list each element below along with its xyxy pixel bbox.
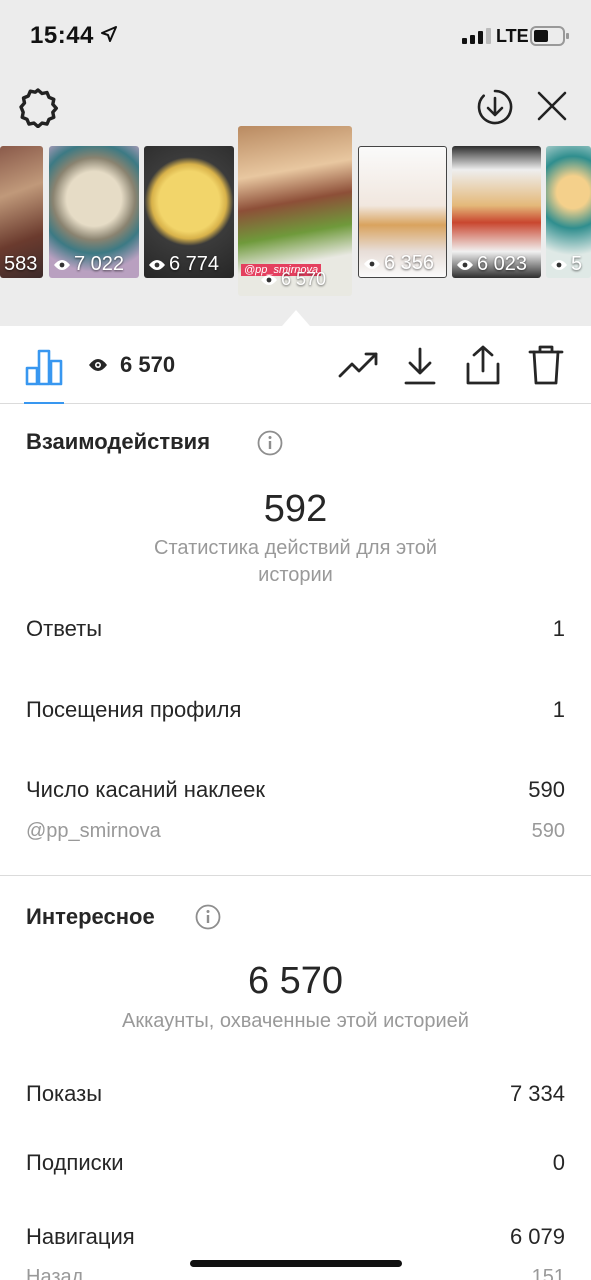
story-thumbnail-selected[interactable]: @pp_smirnova 6 570 — [238, 126, 352, 296]
reach-total: 6 570 — [247, 960, 344, 1002]
insights-tab[interactable] — [24, 346, 64, 391]
sticker-taps-value: 590 — [528, 777, 565, 802]
navigation-value: 6 079 — [509, 1224, 565, 1249]
close-icon — [536, 91, 568, 126]
story-toolbar: 6 570 — [0, 326, 591, 404]
battery-icon — [530, 26, 570, 51]
follows-label: Подписки — [26, 1150, 124, 1175]
trash-icon — [528, 345, 564, 390]
story-carousel-area: 15:44 LTE 583 7 022 6 774 @pp_smirnova 6… — [0, 0, 591, 326]
trending-up-icon — [338, 352, 380, 384]
story-views: 6 570 — [281, 269, 327, 289]
sticker-taps-label: Число касаний наклеек — [26, 777, 265, 802]
reach-subtitle: Аккаунты, охваченные этой историей — [122, 1010, 469, 1032]
selected-pointer — [282, 310, 310, 326]
replies-value: 1 — [552, 616, 565, 641]
viewers-tab[interactable]: 6 570 — [88, 352, 175, 378]
eye-icon — [457, 259, 473, 270]
story-thumbnail[interactable]: 5 — [546, 146, 591, 278]
impressions-label: Показы — [26, 1081, 103, 1106]
eye-icon — [89, 359, 107, 371]
active-tab-indicator — [24, 402, 64, 404]
download-icon — [402, 347, 438, 390]
story-thumbnail-strip[interactable]: 583 7 022 6 774 @pp_smirnova 6 570 6 356… — [0, 126, 591, 301]
impressions-value: 7 334 — [509, 1081, 565, 1106]
views-count: 6 570 — [120, 352, 176, 377]
download-button[interactable] — [402, 346, 438, 391]
eye-icon — [551, 259, 567, 270]
story-thumbnail[interactable]: 6 774 — [144, 146, 234, 278]
eye-icon — [364, 258, 380, 269]
interactions-total: 592 — [263, 488, 328, 530]
network-label: LTE — [496, 26, 529, 46]
eye-icon — [261, 274, 277, 285]
status-bar: 15:44 LTE — [0, 0, 591, 70]
delete-button[interactable] — [528, 344, 564, 391]
eye-icon — [54, 259, 70, 270]
story-views: 7 022 — [74, 253, 125, 275]
bar-chart-icon — [24, 349, 64, 390]
interactions-subtitle: Статистика действий для этой истории — [154, 537, 437, 586]
home-indicator[interactable] — [190, 1260, 402, 1267]
promote-button[interactable] — [338, 350, 380, 385]
close-button[interactable] — [536, 90, 568, 127]
story-views: 6 023 — [477, 253, 528, 275]
info-icon[interactable] — [195, 904, 221, 935]
story-thumbnail[interactable]: 7 022 — [49, 146, 139, 278]
story-views: 6 774 — [169, 253, 220, 275]
share-icon — [464, 345, 502, 390]
back-label: Назад — [26, 1266, 84, 1280]
info-icon[interactable] — [257, 430, 283, 461]
status-time: 15:44 — [30, 22, 94, 49]
sticker-handle-value: 590 — [531, 820, 565, 842]
story-views: 583 — [4, 253, 38, 275]
story-views: 6 356 — [384, 252, 435, 274]
eye-icon — [149, 259, 165, 270]
signal-icon — [462, 28, 492, 49]
profile-visits-value: 1 — [552, 697, 565, 722]
section-divider — [0, 875, 591, 876]
story-views: 5 — [571, 253, 583, 275]
interactions-title: Взаимодействия — [26, 429, 211, 454]
back-value: 151 — [531, 1266, 565, 1280]
insights-panel: 6 570 Взаимодействия 592 Статистика дейс… — [0, 326, 591, 1280]
sticker-handle-label: @pp_smirnova — [26, 820, 161, 842]
save-story-button[interactable] — [476, 88, 514, 131]
discovery-title: Интересное — [26, 904, 155, 929]
profile-visits-label: Посещения профиля — [26, 697, 242, 722]
story-thumbnail[interactable]: 583 — [0, 146, 43, 278]
location-arrow-icon — [101, 26, 117, 47]
share-button[interactable] — [464, 344, 502, 391]
follows-value: 0 — [552, 1150, 565, 1175]
replies-label: Ответы — [26, 616, 103, 641]
navigation-label: Навигация — [26, 1224, 135, 1249]
story-thumbnail[interactable]: 6 356 — [358, 146, 447, 278]
story-thumbnail[interactable]: 6 023 — [452, 146, 541, 278]
